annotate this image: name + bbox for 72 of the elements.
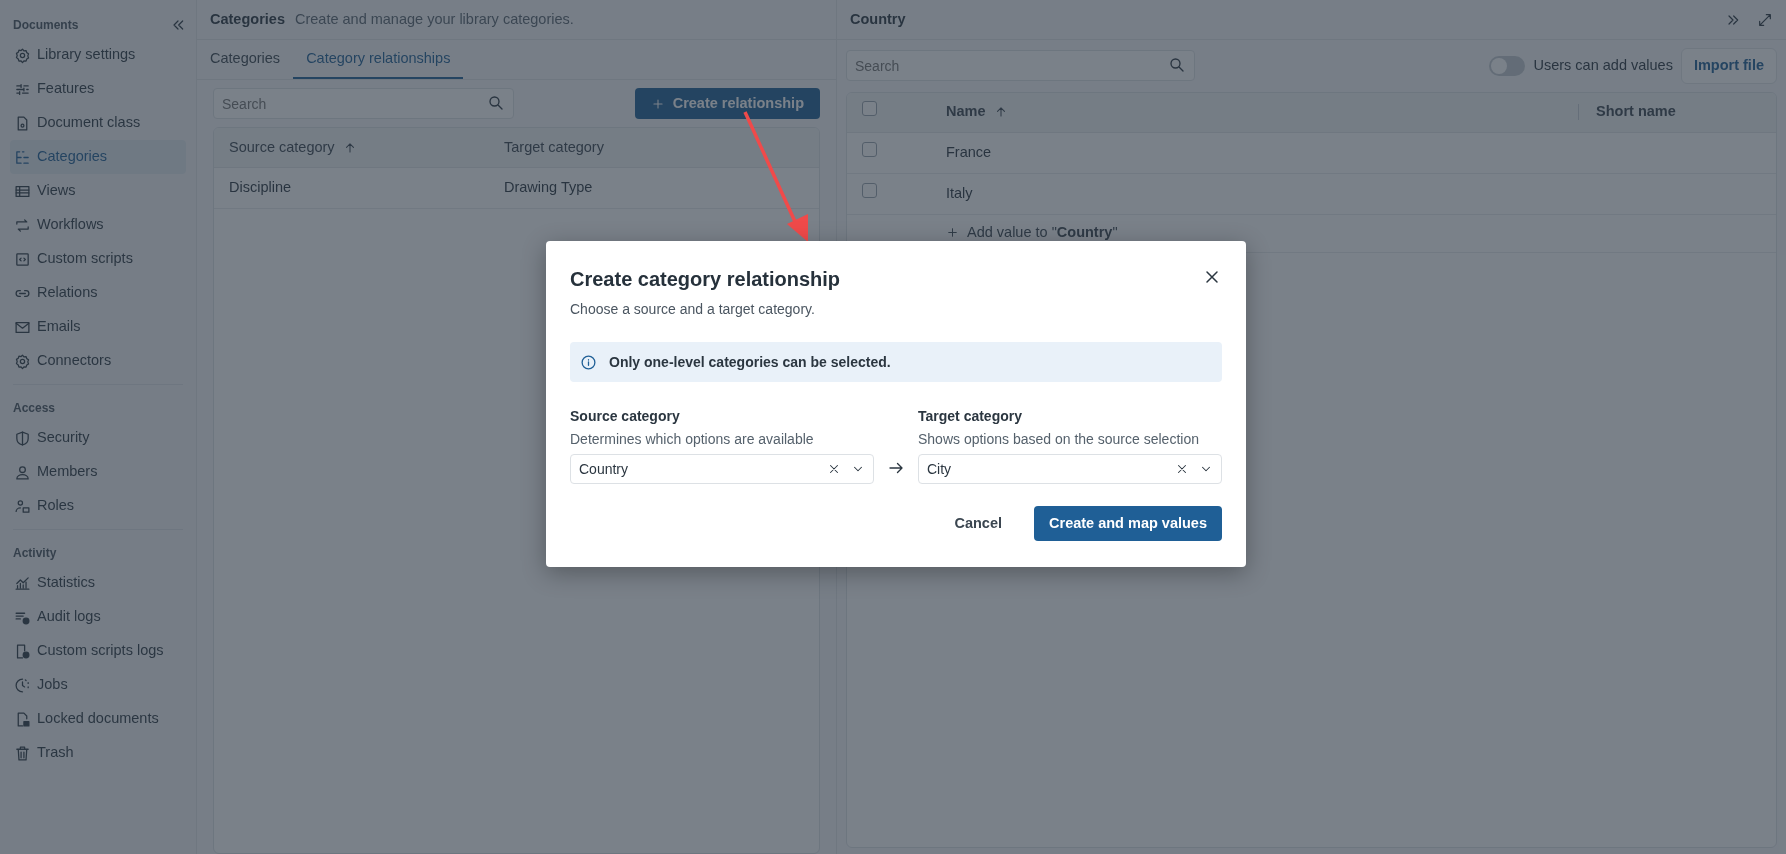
- sidebar-item[interactable]: Members: [10, 455, 186, 489]
- table-cell-text: France: [946, 142, 992, 162]
- section-title: Activity: [12, 545, 58, 562]
- trash-icon: [14, 744, 31, 762]
- table-cell: Drawing Type: [504, 179, 593, 196]
- info-icon: [580, 353, 597, 371]
- sidebar-item[interactable]: Custom scripts: [10, 242, 186, 276]
- search-icon: [487, 94, 505, 112]
- select-field[interactable]: City: [918, 454, 1222, 484]
- panel-title: Categories: [210, 9, 285, 29]
- maximize-icon[interactable]: [1757, 11, 1773, 28]
- chart-icon: [14, 574, 31, 592]
- panel-subtitle: Create and manage your library categories.: [294, 9, 574, 29]
- section-title: Access: [12, 400, 57, 417]
- sidebar-item[interactable]: Security: [10, 421, 186, 455]
- sidebar-item[interactable]: Relations: [10, 276, 186, 310]
- select-field[interactable]: Country: [570, 454, 874, 484]
- code-file-icon: [14, 250, 31, 268]
- sidebar-item[interactable]: Statistics: [10, 566, 186, 600]
- field-label: Source category: [570, 407, 681, 426]
- sidebar-item[interactable]: Categories: [10, 140, 186, 174]
- sidebar-item[interactable]: Jobs: [10, 668, 186, 702]
- sidebar-item[interactable]: Views: [10, 174, 186, 208]
- add-value-link[interactable]: Add value to "Country": [946, 221, 1118, 244]
- plus-icon: [650, 96, 665, 111]
- select-all-checkbox[interactable]: [862, 101, 877, 117]
- field-hint: Shows options based on the source selection: [918, 430, 1200, 449]
- file-clock-icon: [14, 642, 31, 660]
- sidebar-item[interactable]: Trash: [10, 736, 186, 770]
- person-roles-icon: [14, 497, 31, 515]
- loop-arrows-icon: [14, 216, 31, 234]
- gear-icon: [14, 46, 31, 64]
- tree-icon: [14, 148, 31, 166]
- sidebar-item[interactable]: Custom scripts logs: [10, 634, 186, 668]
- sidebar-item[interactable]: Locked documents: [10, 702, 186, 736]
- clear-icon[interactable]: [827, 462, 841, 476]
- sidebar-item[interactable]: Document class: [10, 106, 186, 140]
- sidebar-item[interactable]: Workflows: [10, 208, 186, 242]
- toggle-label: Users can add values: [1533, 56, 1673, 75]
- field-label: Target category: [918, 407, 1023, 426]
- sidebar-item[interactable]: Audit logs: [10, 600, 186, 634]
- create-relationship-button[interactable]: Create relationship: [634, 88, 820, 119]
- sidebar-item[interactable]: Emails: [10, 310, 186, 344]
- column-header[interactable]: Source category: [229, 136, 335, 159]
- person-icon: [14, 463, 31, 481]
- sidebar-item[interactable]: Features: [10, 72, 186, 106]
- dialog-subtitle: Choose a source and a target category.: [570, 300, 816, 319]
- cancel-button[interactable]: Cancel: [938, 505, 1019, 543]
- row-checkbox[interactable]: [862, 141, 877, 157]
- column-header[interactable]: Target category: [504, 136, 604, 159]
- tab[interactable]: Category relationships: [293, 40, 464, 79]
- row-checkbox[interactable]: [862, 182, 877, 198]
- field-hint: Determines which options are available: [570, 430, 815, 449]
- create-and-map-values-button[interactable]: Create and map values: [1034, 506, 1222, 542]
- sidebar-item[interactable]: Connectors: [10, 344, 186, 378]
- info-text: Only one-level categories can be selected.: [609, 352, 891, 372]
- clear-icon[interactable]: [1175, 462, 1189, 476]
- panel-title: Country: [850, 9, 906, 29]
- dialog-title: Create category relationship: [570, 267, 841, 291]
- shield-icon: [14, 429, 31, 447]
- clock-dashed-icon: [14, 676, 31, 694]
- plus-icon: [946, 226, 959, 240]
- column-header[interactable]: Name: [946, 101, 986, 124]
- table-cell: Discipline: [229, 179, 292, 196]
- gear-icon: [14, 352, 31, 370]
- section-title: Documents: [12, 17, 80, 34]
- import-file-button[interactable]: Import file: [1680, 48, 1777, 84]
- sidebar-item[interactable]: Roles: [10, 489, 186, 523]
- tab[interactable]: Categories: [197, 40, 294, 79]
- sidebar-item[interactable]: Library settings: [10, 38, 186, 72]
- table-cell-text: Italy: [946, 183, 973, 203]
- column-header[interactable]: Short name: [1596, 101, 1676, 124]
